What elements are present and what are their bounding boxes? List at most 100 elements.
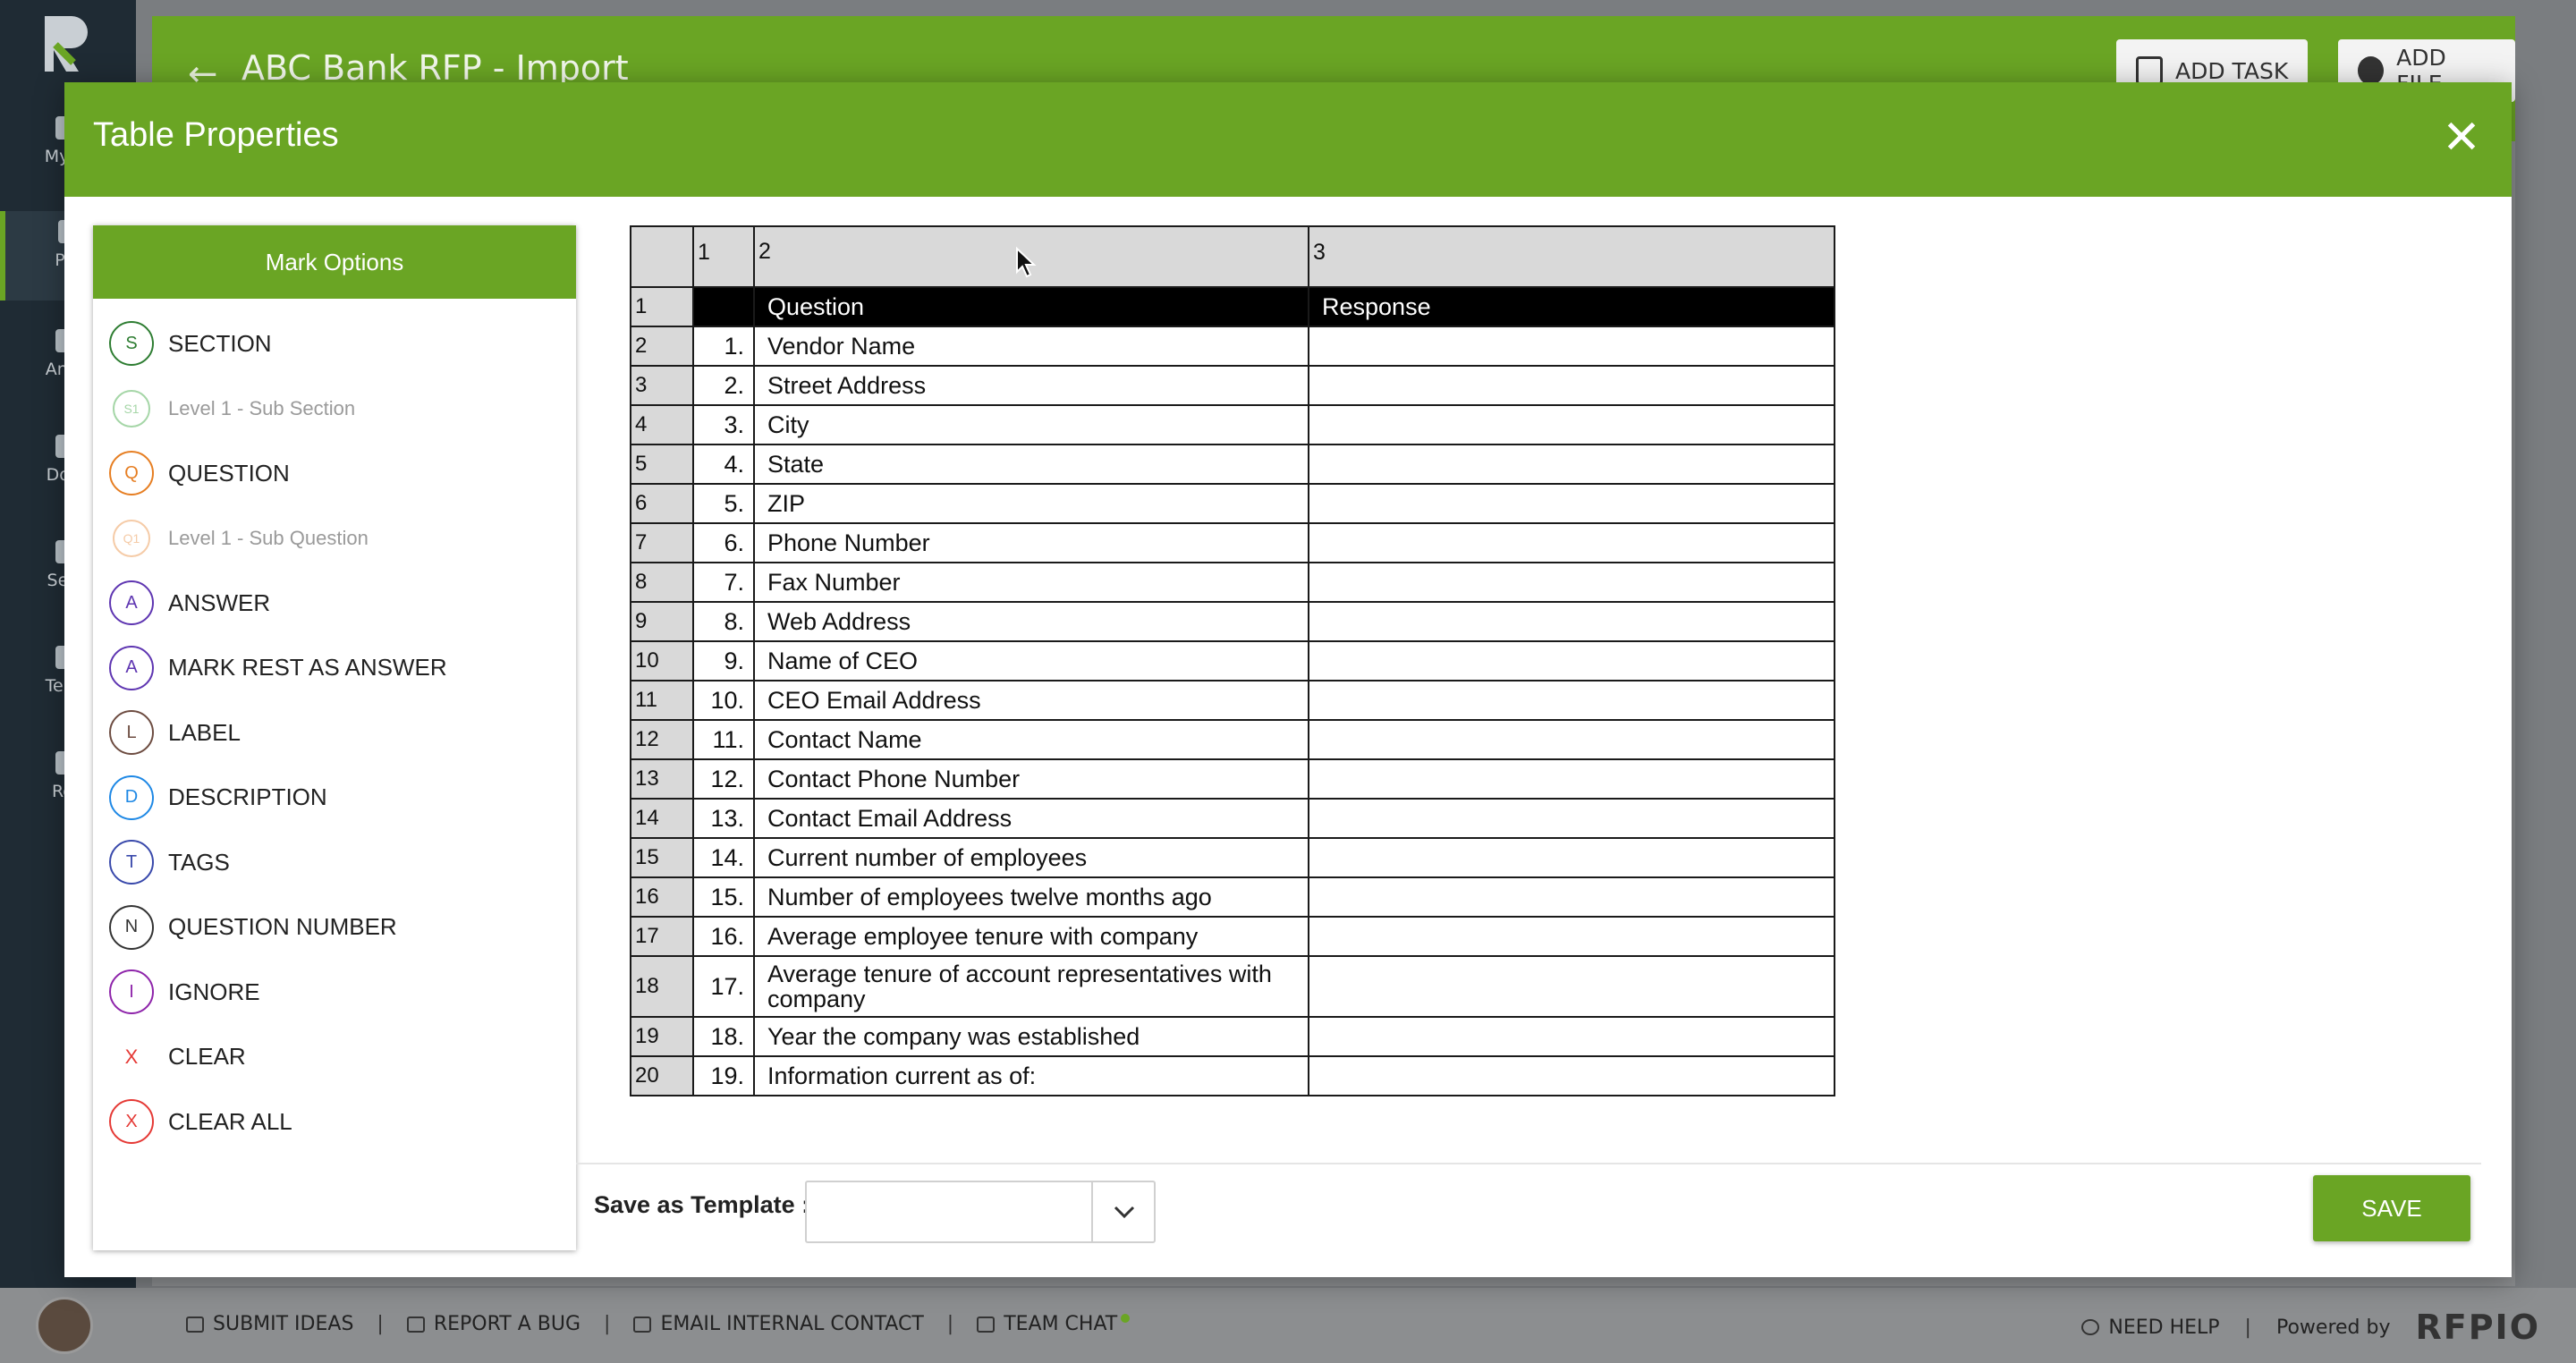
row-number-cell[interactable]: 5 <box>630 444 694 485</box>
table-row[interactable]: 8 7. Fax Number <box>630 562 1835 603</box>
question-cell[interactable]: Average tenure of account representative… <box>753 955 1309 1018</box>
table-row[interactable]: 11 10. CEO Email Address <box>630 680 1835 721</box>
template-dropdown-toggle[interactable] <box>1091 1182 1154 1241</box>
question-number-cell[interactable]: 16. <box>692 916 755 957</box>
response-cell[interactable] <box>1308 798 1835 839</box>
row-number-cell[interactable]: 8 <box>630 562 694 603</box>
question-number-cell[interactable]: 18. <box>692 1016 755 1057</box>
response-cell[interactable] <box>1308 404 1835 445</box>
table-row[interactable]: 1 Question Response <box>630 286 1835 327</box>
table-row[interactable]: 3 2. Street Address <box>630 365 1835 406</box>
table-row[interactable]: 9 8. Web Address <box>630 601 1835 642</box>
question-number-cell[interactable]: 13. <box>692 798 755 839</box>
question-cell[interactable]: Street Address <box>753 365 1309 406</box>
table-row[interactable]: 17 16. Average employee tenure with compan… <box>630 916 1835 957</box>
row-number-cell[interactable]: 18 <box>630 955 694 1018</box>
question-number-cell[interactable]: 11. <box>692 719 755 760</box>
row-number-cell[interactable]: 1 <box>630 286 694 327</box>
question-cell[interactable]: Information current as of: <box>753 1055 1309 1096</box>
row-number-cell[interactable]: 3 <box>630 365 694 406</box>
submit-ideas-link[interactable]: SUBMIT IDEAS <box>186 1313 353 1335</box>
avatar[interactable] <box>36 1297 93 1354</box>
table-row[interactable]: 14 13. Contact Email Address <box>630 798 1835 839</box>
response-cell[interactable] <box>1308 326 1835 367</box>
question-cell[interactable]: Question <box>753 286 1309 327</box>
table-row[interactable]: 16 15. Number of employees twelve months a… <box>630 876 1835 918</box>
row-number-cell[interactable]: 4 <box>630 404 694 445</box>
question-number-cell[interactable]: 9. <box>692 640 755 682</box>
response-cell[interactable] <box>1308 955 1835 1018</box>
table-row[interactable]: 20 19. Information current as of: <box>630 1055 1835 1096</box>
response-cell[interactable] <box>1308 680 1835 721</box>
mark-option-item[interactable]: L LABEL <box>93 700 576 766</box>
mark-option-item[interactable]: I IGNORE <box>93 960 576 1025</box>
question-number-cell[interactable]: 6. <box>692 522 755 563</box>
mark-option-item[interactable]: A MARK REST AS ANSWER <box>93 636 576 701</box>
table-row[interactable]: 2 1. Vendor Name <box>630 326 1835 367</box>
question-cell[interactable]: Fax Number <box>753 562 1309 603</box>
table-row[interactable]: 13 12. Contact Phone Number <box>630 758 1835 800</box>
report-bug-link[interactable]: REPORT A BUG <box>406 1313 580 1335</box>
question-cell[interactable]: Vendor Name <box>753 326 1309 367</box>
question-cell[interactable]: ZIP <box>753 483 1309 524</box>
question-number-cell[interactable]: 17. <box>692 955 755 1018</box>
row-number-cell[interactable]: 12 <box>630 719 694 760</box>
question-cell[interactable]: Web Address <box>753 601 1309 642</box>
question-number-cell[interactable]: 14. <box>692 837 755 878</box>
table-row[interactable]: 15 14. Current number of employees <box>630 837 1835 878</box>
response-cell[interactable] <box>1308 916 1835 957</box>
need-help-link[interactable]: NEED HELP <box>2081 1316 2220 1339</box>
question-cell[interactable]: Year the company was established <box>753 1016 1309 1057</box>
row-number-cell[interactable]: 2 <box>630 326 694 367</box>
row-number-cell[interactable]: 16 <box>630 876 694 918</box>
mark-option-item[interactable]: Q1 Level 1 - Sub Question <box>93 506 576 571</box>
question-cell[interactable]: Name of CEO <box>753 640 1309 682</box>
question-cell[interactable]: Contact Phone Number <box>753 758 1309 800</box>
response-cell[interactable] <box>1308 1055 1835 1096</box>
question-number-cell[interactable]: 12. <box>692 758 755 800</box>
row-number-cell[interactable]: 11 <box>630 680 694 721</box>
response-cell[interactable] <box>1308 522 1835 563</box>
question-number-cell[interactable]: 19. <box>692 1055 755 1096</box>
question-cell[interactable]: State <box>753 444 1309 485</box>
response-cell[interactable] <box>1308 601 1835 642</box>
response-cell[interactable] <box>1308 444 1835 485</box>
question-number-cell[interactable]: 7. <box>692 562 755 603</box>
row-number-cell[interactable]: 17 <box>630 916 694 957</box>
response-cell[interactable] <box>1308 365 1835 406</box>
question-number-cell[interactable]: 1. <box>692 326 755 367</box>
template-select[interactable] <box>805 1181 1156 1243</box>
question-cell[interactable]: Contact Email Address <box>753 798 1309 839</box>
response-cell[interactable] <box>1308 876 1835 918</box>
response-cell[interactable] <box>1308 837 1835 878</box>
question-number-cell[interactable]: 4. <box>692 444 755 485</box>
team-chat-link[interactable]: TEAM CHAT <box>977 1313 1131 1335</box>
table-row[interactable]: 18 17. Average tenure of account represent… <box>630 955 1835 1018</box>
row-number-cell[interactable]: 20 <box>630 1055 694 1096</box>
row-number-cell[interactable]: 10 <box>630 640 694 682</box>
response-cell[interactable] <box>1308 640 1835 682</box>
response-cell[interactable] <box>1308 758 1835 800</box>
response-cell[interactable] <box>1308 562 1835 603</box>
table-row[interactable]: 12 11. Contact Name <box>630 719 1835 760</box>
mark-option-item[interactable]: D DESCRIPTION <box>93 766 576 831</box>
response-cell[interactable]: Response <box>1308 286 1835 327</box>
row-number-cell[interactable]: 13 <box>630 758 694 800</box>
row-number-cell[interactable]: 14 <box>630 798 694 839</box>
mark-option-item[interactable]: X CLEAR <box>93 1025 576 1090</box>
table-row[interactable]: 5 4. State <box>630 444 1835 485</box>
table-row[interactable]: 6 5. ZIP <box>630 483 1835 524</box>
mark-option-item[interactable]: X CLEAR ALL <box>93 1089 576 1155</box>
save-button[interactable]: SAVE <box>2313 1175 2470 1241</box>
question-cell[interactable]: Contact Name <box>753 719 1309 760</box>
row-number-cell[interactable]: 9 <box>630 601 694 642</box>
row-number-cell[interactable]: 19 <box>630 1016 694 1057</box>
mark-option-item[interactable]: A ANSWER <box>93 571 576 636</box>
question-number-cell[interactable]: 5. <box>692 483 755 524</box>
column-header-cell[interactable]: 1 <box>692 225 755 288</box>
question-number-cell[interactable]: 10. <box>692 680 755 721</box>
row-number-cell[interactable]: 7 <box>630 522 694 563</box>
question-cell[interactable]: CEO Email Address <box>753 680 1309 721</box>
email-contact-link[interactable]: EMAIL INTERNAL CONTACT <box>633 1313 924 1335</box>
column-header-cell[interactable]: 3 <box>1308 225 1835 288</box>
